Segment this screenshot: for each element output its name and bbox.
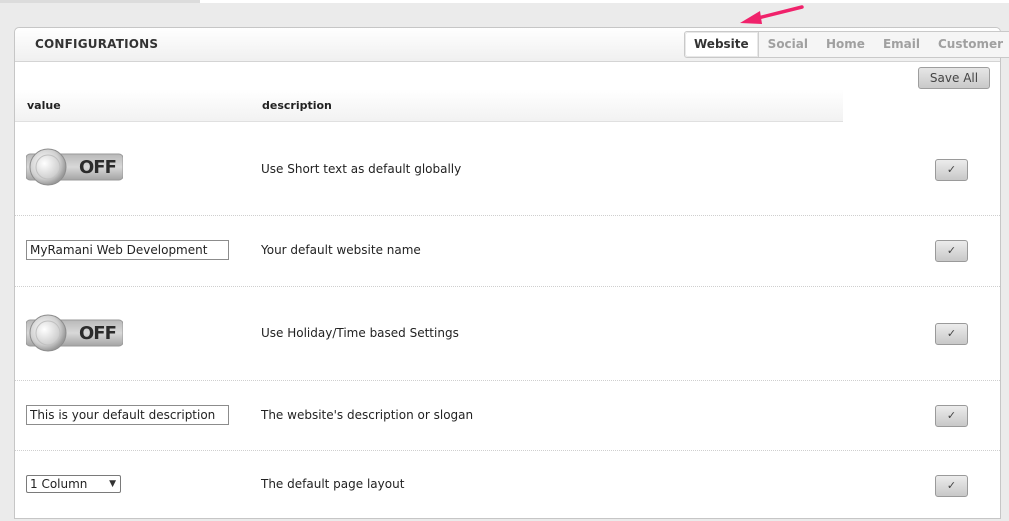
panel-header: CONFIGURATIONS Website Social Home Email… [15,28,1009,62]
toggle-switch-holiday-settings[interactable]: OFF [25,314,124,352]
check-icon: ✓ [946,244,957,257]
check-icon: ✓ [946,163,957,176]
save-row-button[interactable]: ✓ [935,323,968,345]
check-icon: ✓ [946,479,957,492]
check-icon: ✓ [946,409,957,422]
tab-social[interactable]: Social [759,32,817,57]
save-row-button[interactable]: ✓ [935,159,968,181]
row-description: Your default website name [261,243,421,257]
table-row: Your default website name ✓ [15,216,1000,287]
table-row: The website's description or slogan ✓ [15,381,1000,451]
toggle-switch-short-text[interactable]: OFF [25,148,124,186]
save-all-button[interactable]: Save All [918,67,990,89]
website-description-input[interactable] [26,405,229,425]
top-strip-segment [0,0,200,3]
tab-email[interactable]: Email [874,32,929,57]
top-strip [0,0,1009,3]
row-description: The default page layout [261,477,405,491]
column-header-description: description [262,99,332,112]
row-description: Use Holiday/Time based Settings [261,326,459,340]
save-row-button[interactable]: ✓ [935,405,968,427]
configurations-panel: CONFIGURATIONS Website Social Home Email… [14,27,1009,521]
page-layout-select[interactable]: 1 Column ▼ [26,475,121,493]
save-row-button[interactable]: ✓ [935,475,968,497]
chevron-down-icon: ▼ [109,479,116,489]
table-row: OFF Use Short text as default globally ✓ [15,122,1000,216]
panel-title: CONFIGURATIONS [35,37,159,51]
table-header: value description [15,89,843,122]
tab-home[interactable]: Home [817,32,874,57]
row-description: The website's description or slogan [261,408,474,422]
tab-bar: Website Social Home Email Customer [684,31,1009,58]
tab-customer[interactable]: Customer [929,32,1009,57]
table-row: 1 Column ▼ The default page layout ✓ [15,451,1000,521]
table-row: OFF Use Holiday/Time based Settings ✓ [15,287,1000,381]
check-icon: ✓ [946,327,957,340]
select-value: 1 Column [30,477,88,491]
website-name-input[interactable] [26,240,229,260]
save-row-button[interactable]: ✓ [935,240,968,262]
arrow-icon [740,5,804,24]
tab-website[interactable]: Website [685,32,759,57]
toggle-state-label: OFF [79,157,117,178]
column-header-value: value [27,99,61,112]
row-description: Use Short text as default globally [261,162,462,176]
toggle-state-label: OFF [79,323,117,344]
